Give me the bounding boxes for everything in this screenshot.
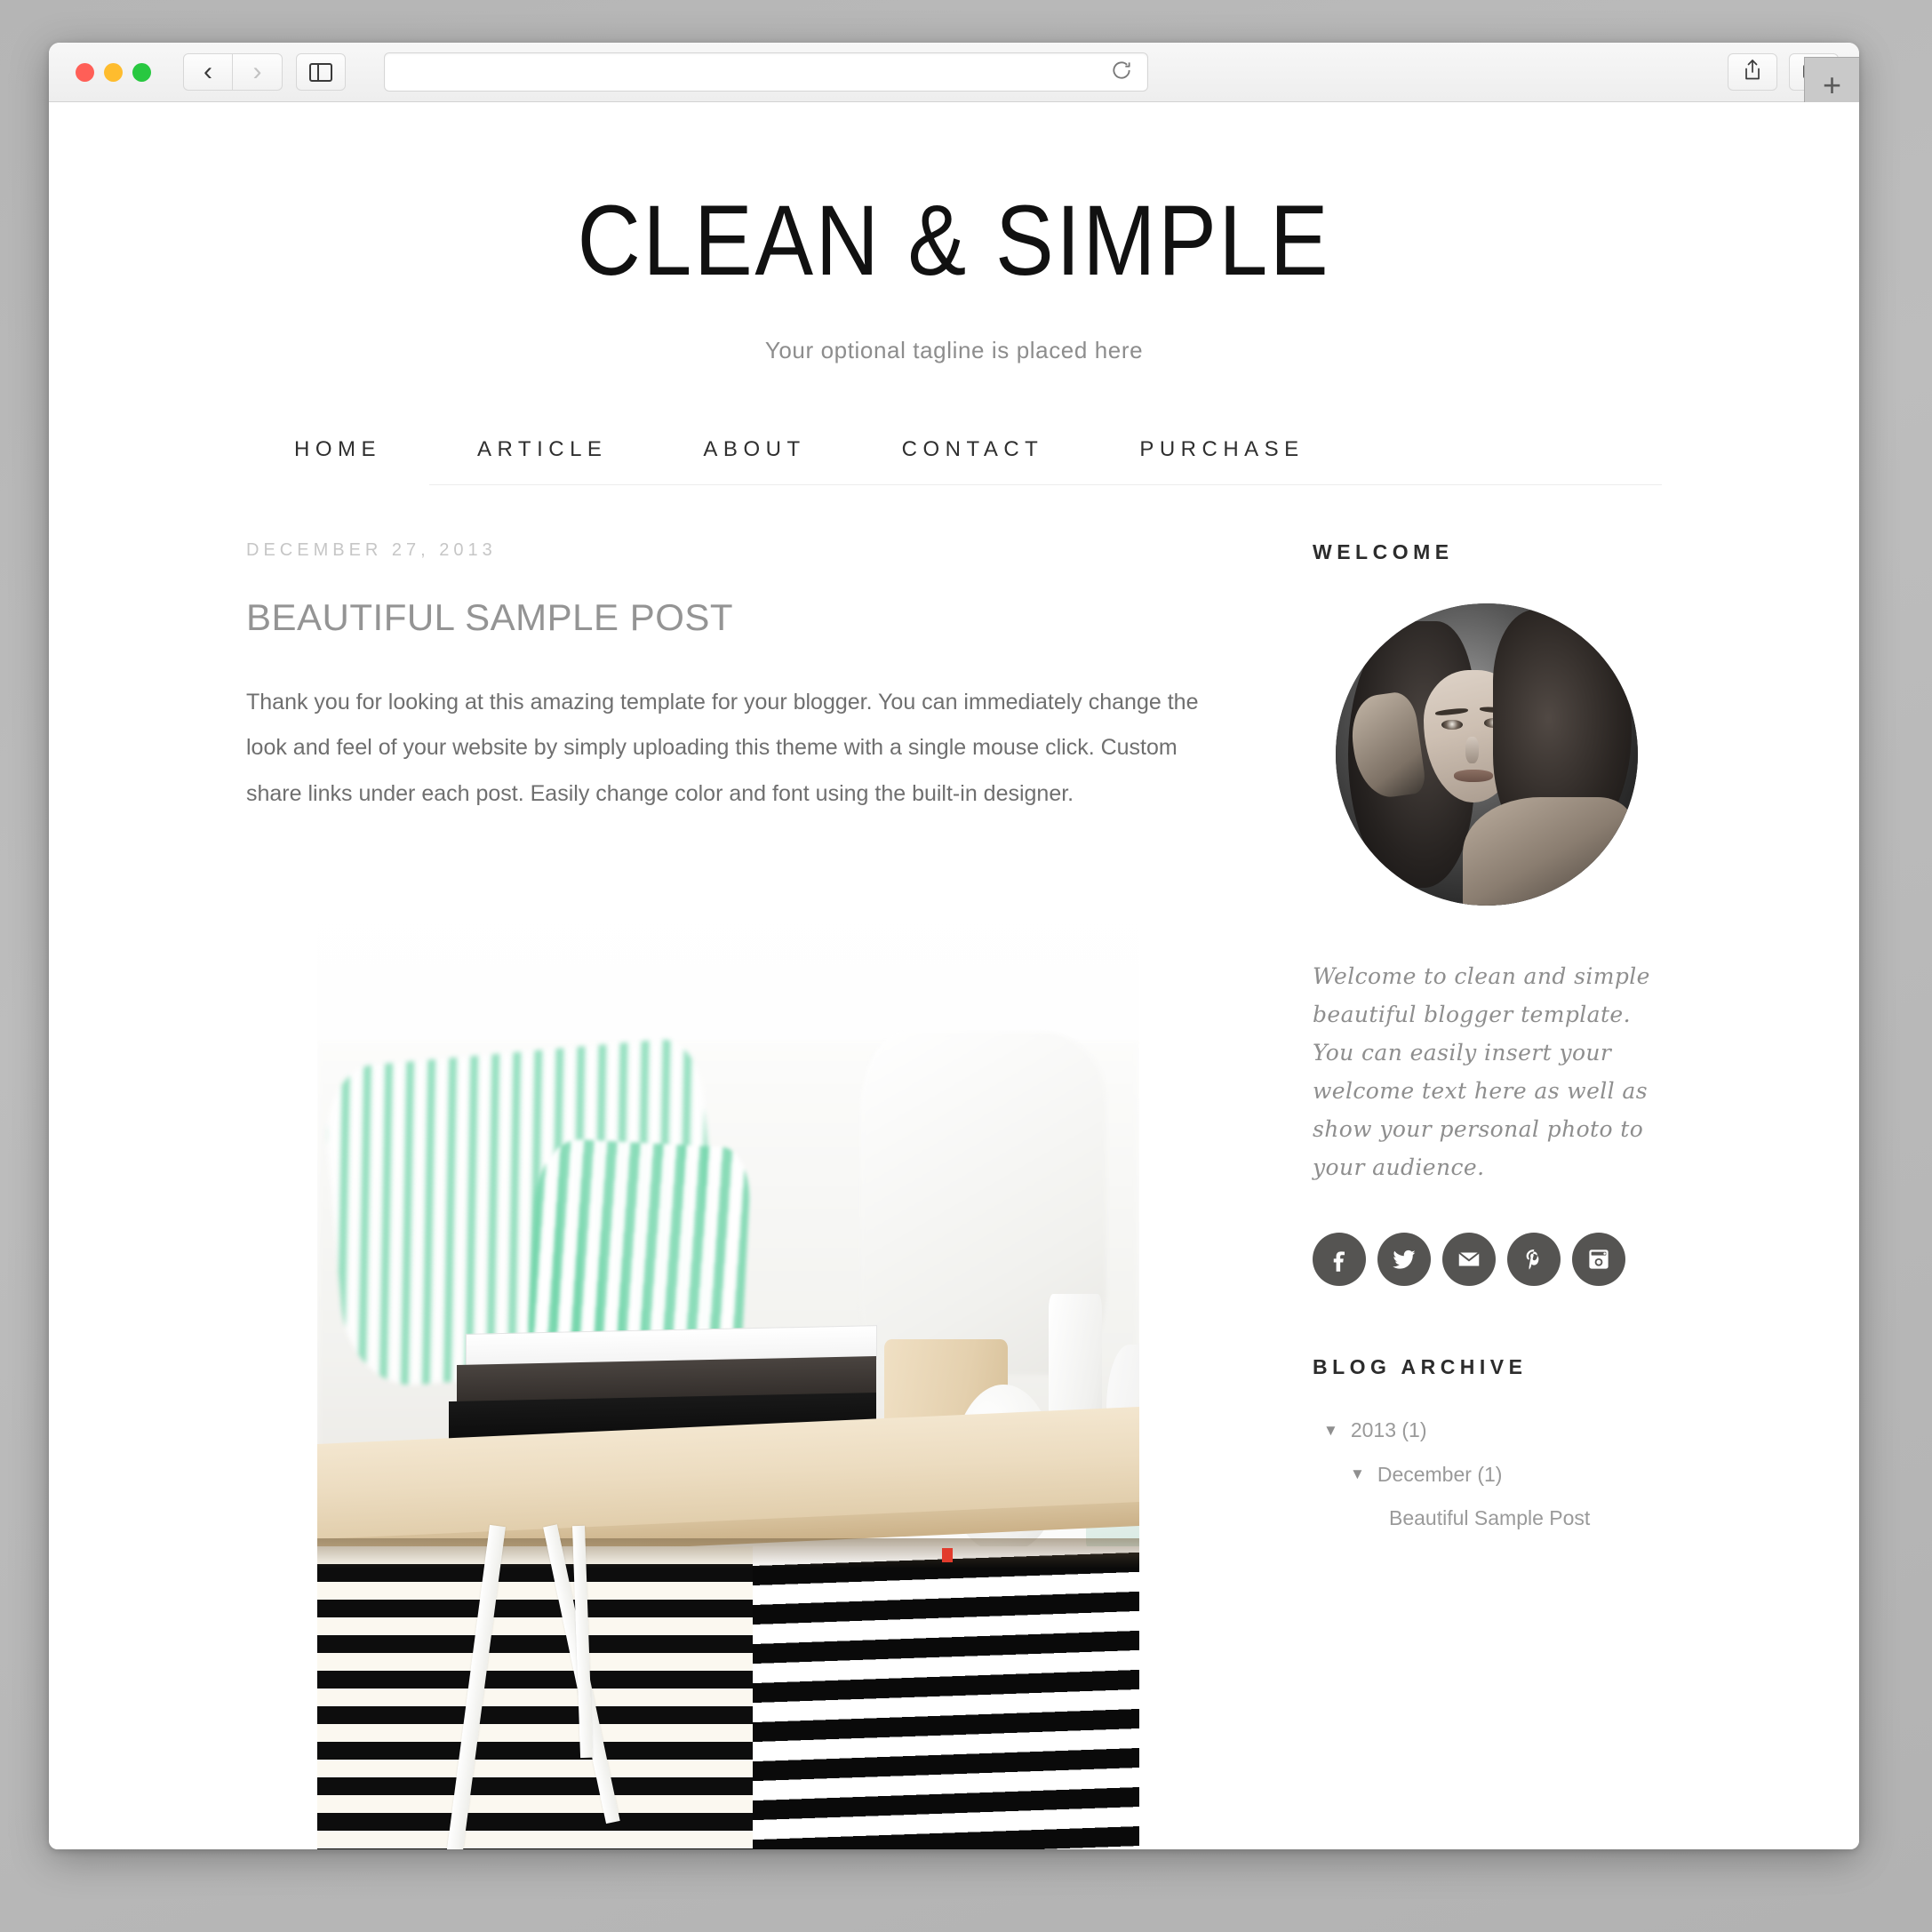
window-controls xyxy=(76,62,151,82)
main-column: DECEMBER 27, 2013 BEAUTIFUL SAMPLE POST … xyxy=(246,540,1215,1849)
nav-item-about[interactable]: ABOUT xyxy=(655,437,853,485)
minimize-window-button[interactable] xyxy=(104,62,123,82)
caret-down-icon[interactable]: ▼ xyxy=(1323,1422,1338,1440)
address-bar[interactable] xyxy=(384,52,1148,92)
photo-striped-rug-right xyxy=(753,1545,1139,1849)
avatar-nose xyxy=(1465,736,1480,764)
nav-item-home[interactable]: HOME xyxy=(246,437,429,486)
email-icon[interactable] xyxy=(1442,1233,1496,1286)
chevron-right-icon: › xyxy=(252,57,262,86)
avatar xyxy=(1336,603,1638,906)
share-button[interactable] xyxy=(1728,53,1777,91)
browser-toolbar: ‹ › + xyxy=(49,43,1859,112)
welcome-widget: WELCOME Welcome to clean and simple beau… xyxy=(1313,540,1661,1286)
pinterest-icon[interactable] xyxy=(1507,1233,1561,1286)
archive-item-label: December (1) xyxy=(1377,1462,1503,1486)
nav-item-purchase[interactable]: PURCHASE xyxy=(1091,437,1352,485)
forward-button[interactable]: › xyxy=(233,53,283,91)
welcome-text: Welcome to clean and simple beautiful bl… xyxy=(1313,963,1650,1180)
blog-post: DECEMBER 27, 2013 BEAUTIFUL SAMPLE POST … xyxy=(246,540,1215,1849)
browser-window: ‹ › + CLEAN & SIMPLE Your optional tagli… xyxy=(49,43,1859,1849)
avatar-shoulder xyxy=(1462,796,1633,906)
photo-red-accent xyxy=(942,1548,954,1562)
nav-item-article[interactable]: ARTICLE xyxy=(429,437,655,485)
photo-rug-shadow xyxy=(317,1537,1139,1569)
blog-archive-heading: BLOG ARCHIVE xyxy=(1313,1355,1528,1378)
social-icon-list xyxy=(1313,1233,1661,1286)
navigation-buttons: ‹ › xyxy=(183,53,287,91)
page-content: CLEAN & SIMPLE Your optional tagline is … xyxy=(49,102,1859,1849)
archive-item-label: 2013 (1) xyxy=(1350,1418,1427,1441)
chevron-left-icon: ‹ xyxy=(204,57,212,86)
reload-icon[interactable] xyxy=(1110,59,1133,86)
post-date: DECEMBER 27, 2013 xyxy=(246,540,497,560)
share-icon xyxy=(1742,59,1763,86)
archive-item-month[interactable]: ▼ December (1) xyxy=(1313,1463,1661,1488)
instagram-icon[interactable] xyxy=(1572,1233,1625,1286)
site-tagline: Your optional tagline is placed here xyxy=(764,337,1144,363)
facebook-icon[interactable] xyxy=(1313,1233,1366,1286)
caret-down-icon[interactable]: ▼ xyxy=(1350,1465,1365,1483)
maximize-window-button[interactable] xyxy=(132,62,151,82)
twitter-icon[interactable] xyxy=(1377,1233,1431,1286)
main-navigation: HOME ARTICLE ABOUT CONTACT PURCHASE xyxy=(246,437,1662,486)
site-header: CLEAN & SIMPLE Your optional tagline is … xyxy=(49,102,1859,364)
nav-item-contact[interactable]: CONTACT xyxy=(854,437,1092,485)
back-button[interactable]: ‹ xyxy=(183,53,233,91)
plus-icon: + xyxy=(1822,66,1842,103)
sidebar: WELCOME Welcome to clean and simple beau… xyxy=(1313,540,1661,1849)
site-title: CLEAN & SIMPLE xyxy=(577,185,1331,296)
avatar-lips xyxy=(1453,770,1493,782)
avatar-eye-left xyxy=(1441,719,1463,730)
welcome-heading: WELCOME xyxy=(1313,540,1454,563)
sidebar-icon xyxy=(309,62,332,82)
post-title[interactable]: BEAUTIFUL SAMPLE POST xyxy=(246,596,1215,639)
sidebar-toggle-button[interactable] xyxy=(296,53,346,91)
content-wrapper: DECEMBER 27, 2013 BEAUTIFUL SAMPLE POST … xyxy=(246,485,1662,1849)
archive-item-post[interactable]: Beautiful Sample Post xyxy=(1313,1506,1661,1531)
archive-item-label: Beautiful Sample Post xyxy=(1389,1506,1591,1530)
blog-archive-list: ▼ 2013 (1) ▼ December (1) Beautiful Samp… xyxy=(1313,1418,1661,1531)
archive-item-year[interactable]: ▼ 2013 (1) xyxy=(1313,1418,1661,1443)
post-image[interactable] xyxy=(317,880,1139,1849)
blog-archive-widget: BLOG ARCHIVE ▼ 2013 (1) ▼ December (1) B… xyxy=(1313,1355,1661,1531)
post-body: Thank you for looking at this amazing te… xyxy=(246,690,1199,806)
close-window-button[interactable] xyxy=(76,62,94,82)
